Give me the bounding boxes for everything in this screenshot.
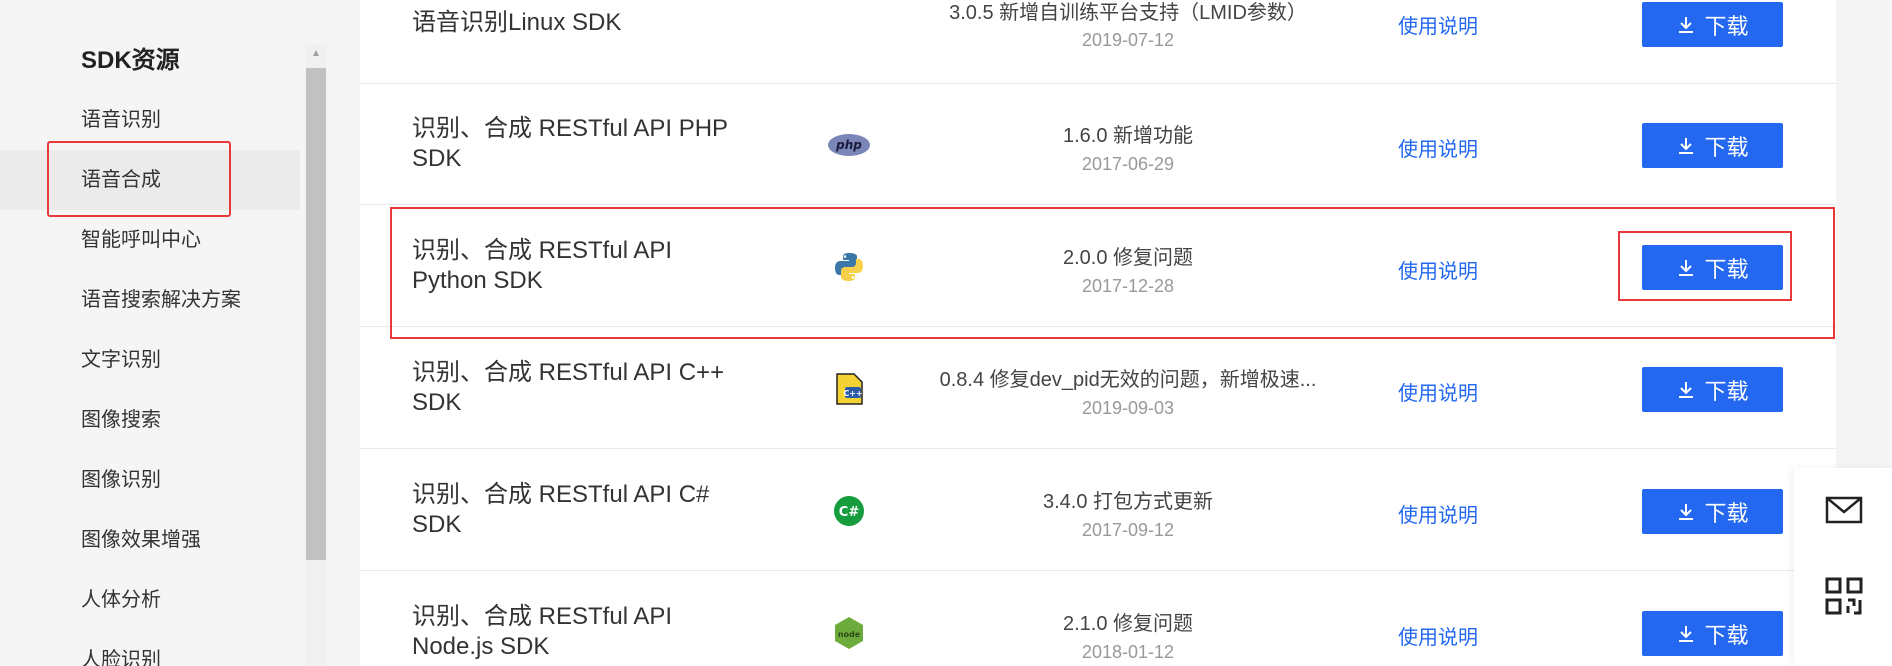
sdk-version: 2.1.0 修复问题	[1062, 613, 1194, 635]
sidebar-scroll-thumb[interactable]	[306, 68, 326, 560]
usage-doc-link[interactable]: 使用说明	[1398, 133, 1478, 162]
sidebar: SDK资源 语音识别 语音合成 智能呼叫中心 语音搜索解决方案 文字识别 图像搜…	[0, 0, 330, 666]
svg-text:C++: C++	[843, 389, 862, 398]
table-row: 识别、合成 RESTful API PHP SDK php 1.6.0 新增功能…	[360, 84, 1836, 205]
qrcode-icon[interactable]	[1824, 576, 1864, 616]
sdk-name: 识别、合成 RESTful API PHP SDK	[412, 115, 728, 172]
sdk-name: 识别、合成 RESTful API C# SDK	[412, 481, 710, 538]
svg-text:php: php	[835, 138, 862, 152]
csharp-icon: C#	[826, 491, 872, 531]
sdk-version: 3.0.5 新增自训练平台支持（LMID参数）	[949, 2, 1307, 24]
sidebar-item-image-search[interactable]: 图像搜索	[0, 390, 300, 450]
sdk-date: 2019-07-12	[1081, 30, 1175, 50]
download-button[interactable]: 下载	[1642, 611, 1783, 656]
scroll-up-arrow-icon[interactable]: ▲	[305, 44, 327, 64]
download-icon	[1679, 137, 1694, 154]
table-row: 识别、合成 RESTful API C++ SDK C++ 0.8.4 修复de…	[360, 328, 1836, 449]
sidebar-title: SDK资源	[81, 47, 180, 74]
download-button[interactable]: 下载	[1642, 367, 1783, 412]
usage-doc-link[interactable]: 使用说明	[1398, 377, 1478, 406]
sdk-version: 1.6.0 新增功能	[1062, 125, 1194, 147]
usage-doc-link[interactable]: 使用说明	[1398, 10, 1478, 39]
sidebar-item-voice-search[interactable]: 语音搜索解决方案	[0, 270, 300, 330]
download-button[interactable]: 下载	[1642, 489, 1783, 534]
nodejs-icon: node	[826, 613, 872, 653]
cpp-icon: C++	[826, 369, 872, 409]
usage-doc-link[interactable]: 使用说明	[1398, 621, 1478, 650]
sidebar-item-ocr[interactable]: 文字识别	[0, 330, 300, 390]
download-label: 下载	[1704, 134, 1749, 160]
table-row: 识别、合成 RESTful API C# SDK C# 3.4.0 打包方式更新…	[360, 450, 1836, 571]
sdk-version: 3.4.0 打包方式更新	[1042, 491, 1214, 513]
sdk-date: 2018-01-12	[1081, 642, 1175, 662]
download-label: 下载	[1704, 13, 1749, 39]
svg-text:C#: C#	[839, 505, 860, 520]
python-download-highlight-box	[1618, 231, 1792, 301]
floating-tools	[1794, 468, 1892, 666]
download-button[interactable]: 下载	[1642, 123, 1783, 168]
download-label: 下载	[1704, 622, 1749, 648]
mail-icon[interactable]	[1824, 490, 1864, 530]
download-icon	[1679, 16, 1694, 33]
download-label: 下载	[1704, 500, 1749, 526]
download-icon	[1679, 503, 1694, 520]
sidebar-item-image-recognition[interactable]: 图像识别	[0, 450, 300, 510]
sidebar-item-body-analysis[interactable]: 人体分析	[0, 570, 300, 630]
download-icon	[1679, 381, 1694, 398]
sdk-name: 识别、合成 RESTful API Node.js SDK	[412, 603, 673, 660]
sidebar-item-call-center[interactable]: 智能呼叫中心	[0, 210, 300, 270]
download-button[interactable]: 下载	[1642, 2, 1783, 47]
table-row: 识别、合成 RESTful API Node.js SDK node 2.1.0…	[360, 572, 1836, 666]
sidebar-highlight-box	[47, 141, 231, 217]
sdk-date: 2019-09-03	[1081, 398, 1175, 418]
download-label: 下载	[1704, 378, 1749, 404]
sdk-version: 0.8.4 修复dev_pid无效的问题，新增极速...	[939, 369, 1317, 391]
sidebar-item-image-enhance[interactable]: 图像效果增强	[0, 510, 300, 570]
download-icon	[1679, 625, 1694, 642]
sdk-name: 语音识别Linux SDK	[412, 9, 622, 36]
usage-doc-link[interactable]: 使用说明	[1398, 499, 1478, 528]
php-icon: php	[826, 125, 872, 165]
sdk-date: 2017-09-12	[1081, 520, 1175, 540]
sdk-name: 识别、合成 RESTful API C++ SDK	[412, 359, 725, 416]
sdk-date: 2017-06-29	[1081, 154, 1175, 174]
table-row: 语音识别Linux SDK 3.0.5 新增自训练平台支持（LMID参数） 20…	[360, 0, 1836, 84]
sidebar-item-face-recognition[interactable]: 人脸识别	[0, 630, 300, 666]
svg-text:node: node	[838, 630, 861, 639]
